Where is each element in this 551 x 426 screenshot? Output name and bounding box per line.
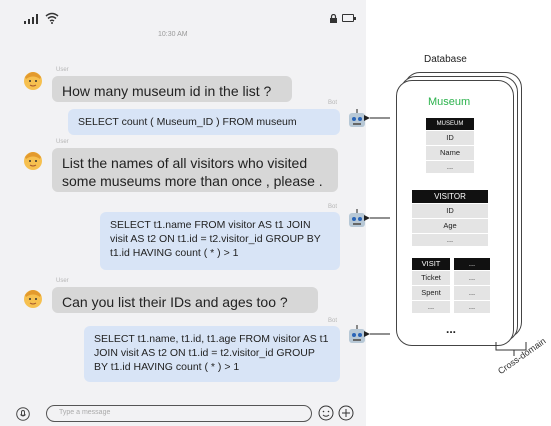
- message-text: SELECT t1.name FROM visitor AS t1 JOIN v…: [110, 219, 321, 259]
- table-column: ID: [426, 131, 474, 146]
- table-column: ...: [454, 286, 490, 301]
- message-text: SELECT count ( Museum_ID ) FROM museum: [78, 116, 297, 128]
- user-label: User: [56, 67, 69, 73]
- table-column: Spent: [412, 286, 450, 301]
- chat-phone: 10:30 AM User How many museum id in the …: [0, 0, 366, 426]
- message-text: How many museum id in the list ?: [62, 83, 272, 99]
- bot-message: SELECT t1.name FROM visitor AS t1 JOIN v…: [100, 212, 340, 270]
- table-header: VISITOR: [412, 190, 488, 204]
- user-label: User: [56, 139, 69, 145]
- domain-label: Museum: [428, 96, 471, 108]
- bot-label: Bot: [328, 204, 338, 210]
- user-message: Can you list their IDs and ages too ?: [52, 287, 318, 313]
- message-text: List the names of all visitors who visit…: [62, 155, 323, 189]
- bot-message: SELECT t1.name, t1.id, t1.age FROM visit…: [84, 326, 340, 382]
- table-column: ...: [426, 161, 474, 174]
- user-message: How many museum id in the list ?: [52, 76, 292, 102]
- table-column: Name: [426, 146, 474, 161]
- table-column: ID: [412, 204, 488, 219]
- message-input[interactable]: Type a message: [46, 405, 312, 422]
- table-column: Age: [412, 219, 488, 234]
- wifi-icon: [45, 12, 59, 24]
- connector-arrows: [364, 115, 390, 337]
- database-title: Database: [424, 54, 467, 65]
- add-icon[interactable]: [338, 405, 354, 421]
- input-placeholder: Type a message: [59, 409, 111, 416]
- bot-label: Bot: [328, 318, 338, 324]
- bot-label: Bot: [328, 100, 338, 106]
- user-avatar-icon: [22, 68, 44, 92]
- signal-icon: [24, 14, 38, 24]
- emoji-icon[interactable]: [318, 405, 334, 421]
- table-column: ...: [412, 301, 450, 314]
- museum-table: MUSEUM ID Name ...: [426, 118, 474, 174]
- table-header: ...: [454, 258, 490, 271]
- status-time: 10:30 AM: [158, 31, 188, 38]
- message-text: Can you list their IDs and ages too ?: [62, 294, 288, 310]
- user-avatar-icon: [22, 286, 44, 310]
- bot-message: SELECT count ( Museum_ID ) FROM museum: [68, 109, 340, 135]
- microphone-icon[interactable]: [16, 407, 30, 421]
- status-bar: 10:30 AM: [0, 0, 366, 38]
- table-column: ...: [454, 301, 490, 314]
- user-avatar-icon: [22, 148, 44, 172]
- table-column: ...: [454, 271, 490, 286]
- table-column: Ticket: [412, 271, 450, 286]
- table-header: VISIT: [412, 258, 450, 271]
- user-message: List the names of all visitors who visit…: [52, 148, 338, 192]
- battery-icon: [342, 14, 356, 22]
- message-composer: Type a message: [0, 402, 366, 426]
- extra-table: ... ... ... ...: [454, 258, 490, 314]
- visit-table: VISIT Ticket Spent ...: [412, 258, 450, 314]
- lock-icon: [330, 14, 337, 23]
- visitor-table: VISITOR ID Age ...: [412, 190, 488, 247]
- table-column: ...: [412, 234, 488, 247]
- more-tables-indicator: ...: [446, 322, 457, 336]
- message-text: SELECT t1.name, t1.id, t1.age FROM visit…: [94, 333, 329, 373]
- user-label: User: [56, 278, 69, 284]
- table-header: MUSEUM: [426, 118, 474, 131]
